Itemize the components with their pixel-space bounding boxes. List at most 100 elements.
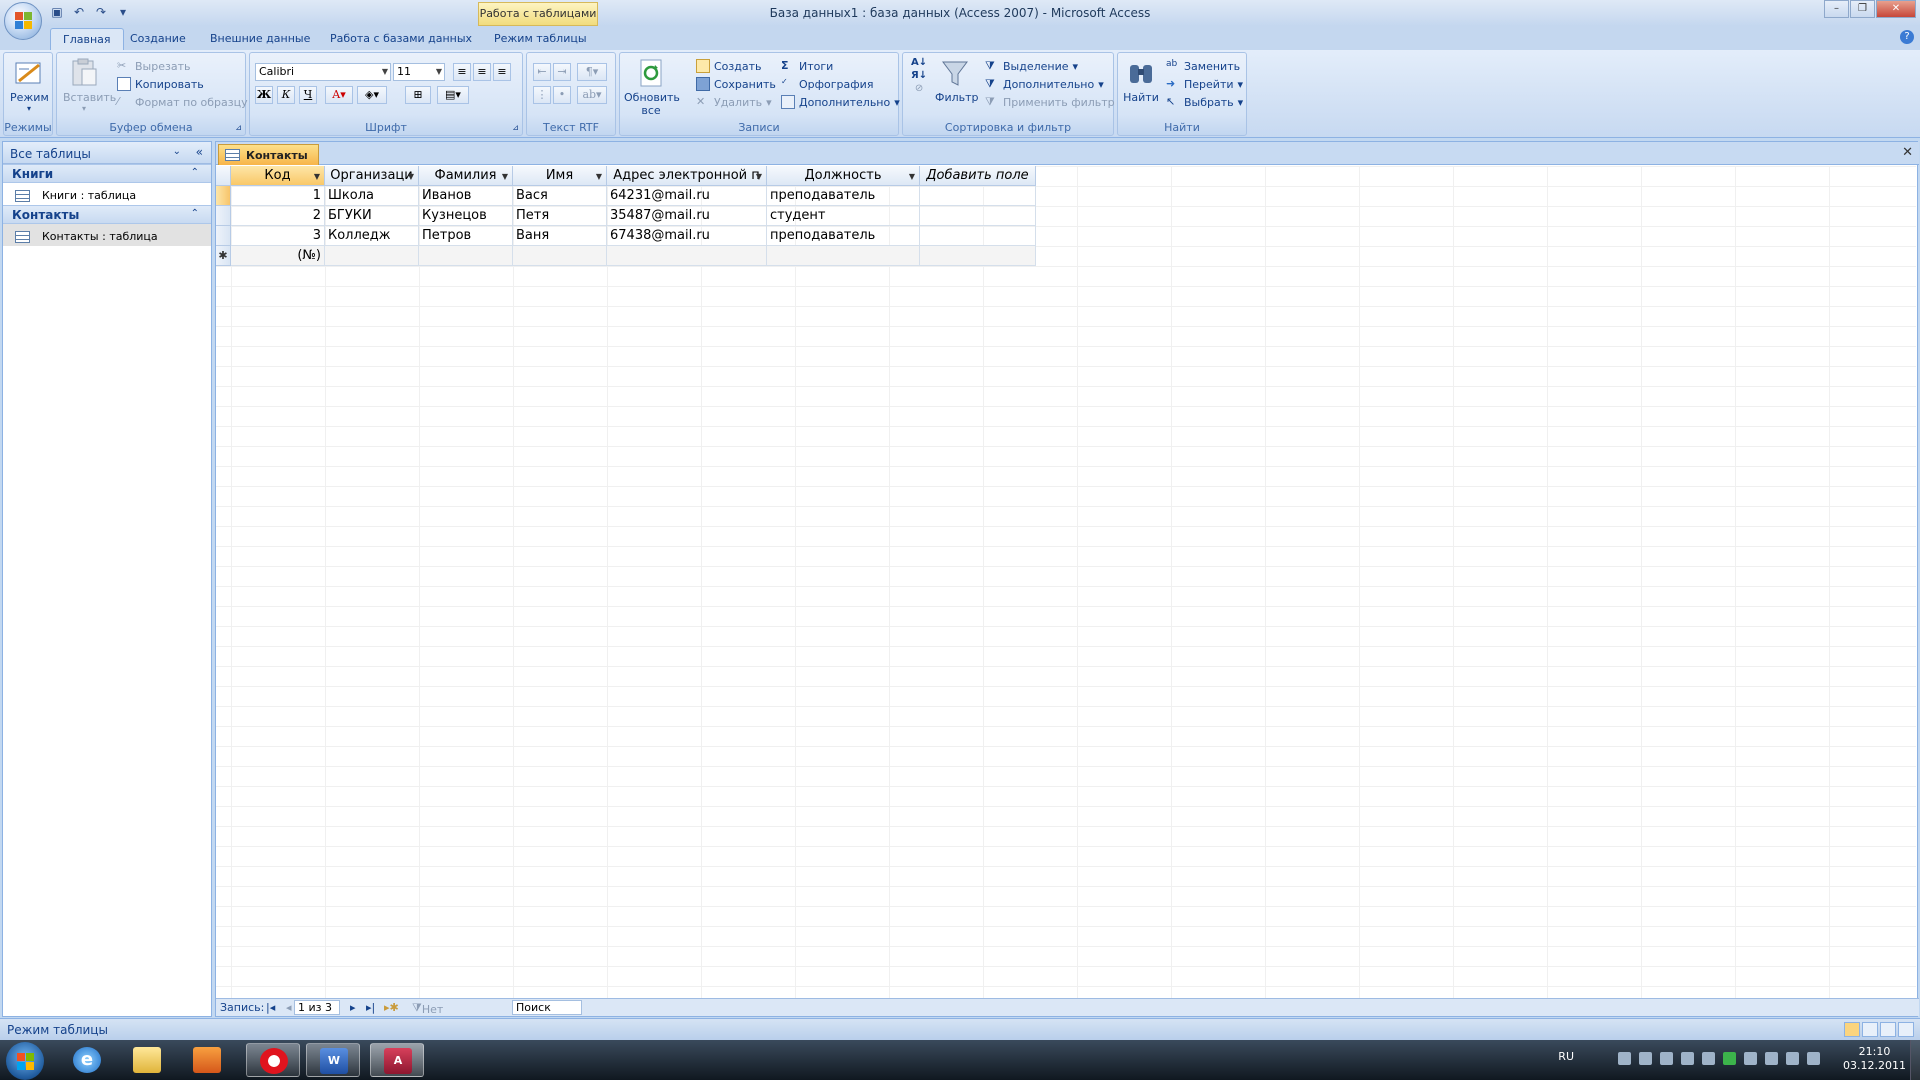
- cell-position-new[interactable]: [767, 246, 920, 266]
- taskbar-opera[interactable]: [246, 1043, 300, 1077]
- dialog-launcher-icon[interactable]: ⊿: [235, 123, 242, 132]
- goto-button[interactable]: ➜ Перейти ▾: [1166, 77, 1243, 91]
- collapse-pane-icon[interactable]: «: [196, 145, 203, 159]
- chevron-down-icon[interactable]: ⌄: [173, 146, 181, 157]
- highlight-button[interactable]: ab▾: [577, 86, 607, 104]
- chevron-down-icon[interactable]: ▼: [909, 167, 915, 186]
- delete-record-button[interactable]: ✕ Удалить ▾: [696, 95, 772, 109]
- tray-app-icon[interactable]: [1723, 1052, 1736, 1065]
- bold-button[interactable]: Ж: [255, 86, 273, 104]
- nav-group-contacts[interactable]: Контакты ⌃: [3, 205, 211, 224]
- filter-button[interactable]: Фильтр: [935, 57, 979, 104]
- chevron-down-icon[interactable]: ▼: [314, 167, 320, 186]
- datasheet-view-icon[interactable]: [1844, 1022, 1860, 1037]
- record-position-input[interactable]: 1 из 3: [294, 1000, 340, 1015]
- cell-organization[interactable]: БГУКИ: [325, 206, 419, 226]
- tab-datasheet[interactable]: Режим таблицы: [482, 28, 599, 50]
- no-filter-button[interactable]: ⧩ Нет фильтра: [412, 1001, 472, 1029]
- cell-name[interactable]: Вася: [513, 186, 607, 206]
- cut-button[interactable]: ✂ Вырезать: [117, 59, 190, 73]
- column-header-email[interactable]: Адрес электронной п ▼: [607, 166, 767, 186]
- network-signal-icon[interactable]: [1786, 1052, 1799, 1065]
- column-header-position[interactable]: Должность ▼: [767, 166, 920, 186]
- cell-email[interactable]: 67438@mail.ru: [607, 226, 767, 246]
- minimize-button[interactable]: –: [1824, 0, 1849, 18]
- font-size-combo[interactable]: 11 ▼: [393, 63, 445, 81]
- office-button[interactable]: [4, 2, 42, 40]
- row-selector[interactable]: [216, 186, 231, 206]
- bullets-button[interactable]: •: [553, 86, 571, 104]
- cell-position[interactable]: преподаватель: [767, 226, 920, 246]
- column-header-surname[interactable]: Фамилия ▼: [419, 166, 513, 186]
- paste-button[interactable]: Вставить ▾: [63, 57, 116, 113]
- clear-sort-icon[interactable]: ⊘: [915, 83, 923, 94]
- align-left-button[interactable]: ≡: [453, 63, 471, 81]
- taskbar-media-player[interactable]: [180, 1043, 234, 1077]
- nav-item-books-table[interactable]: Книги : таблица: [3, 183, 211, 205]
- numbering-button[interactable]: ⋮: [533, 86, 551, 104]
- sort-descending-icon[interactable]: Я↓: [911, 70, 927, 81]
- italic-button[interactable]: К: [277, 86, 295, 104]
- taskbar-explorer[interactable]: [120, 1043, 174, 1077]
- pivot-chart-view-icon[interactable]: [1880, 1022, 1896, 1037]
- cell-add-field[interactable]: [920, 186, 1036, 206]
- align-right-button[interactable]: ≡: [493, 63, 511, 81]
- cell-add-field-new[interactable]: [920, 246, 1036, 266]
- column-header-organization[interactable]: Организаци ▼: [325, 166, 419, 186]
- decrease-indent-button[interactable]: ⇤: [533, 63, 551, 81]
- new-record-button[interactable]: Создать: [696, 59, 762, 73]
- search-input[interactable]: Поиск: [512, 1000, 582, 1015]
- replace-button[interactable]: ab Заменить: [1166, 59, 1240, 73]
- select-button[interactable]: ↖ Выбрать ▾: [1166, 95, 1243, 109]
- row-selector[interactable]: [216, 226, 231, 246]
- totals-button[interactable]: Σ Итоги: [781, 59, 833, 73]
- format-painter-button[interactable]: ⁄ Формат по образцу: [117, 95, 248, 109]
- previous-record-icon[interactable]: ◂: [286, 1001, 292, 1014]
- save-record-button[interactable]: Сохранить: [696, 77, 776, 91]
- cell-email[interactable]: 35487@mail.ru: [607, 206, 767, 226]
- start-button[interactable]: [6, 1042, 44, 1080]
- cell-surname[interactable]: Петров: [419, 226, 513, 246]
- tab-database-tools[interactable]: Работа с базами данных: [318, 28, 484, 50]
- selection-button[interactable]: ⧩ Выделение ▾: [985, 59, 1078, 73]
- cell-surname[interactable]: Иванов: [419, 186, 513, 206]
- first-record-icon[interactable]: |◂: [266, 1001, 275, 1014]
- chevron-down-icon[interactable]: ▼: [408, 167, 414, 186]
- dialog-launcher-icon[interactable]: ⊿: [512, 123, 519, 132]
- new-record-selector[interactable]: ✱: [216, 246, 231, 266]
- taskbar-ie[interactable]: e: [60, 1043, 114, 1077]
- taskbar-access[interactable]: A: [370, 1043, 424, 1077]
- refresh-all-button[interactable]: Обновить все: [624, 57, 680, 117]
- nav-item-contacts-table[interactable]: Контакты : таблица: [3, 224, 211, 246]
- tray-app-icon[interactable]: [1639, 1052, 1652, 1065]
- nav-pane-header[interactable]: Все таблицы ⌄ «: [3, 142, 211, 164]
- cell-position[interactable]: студент: [767, 206, 920, 226]
- volume-icon[interactable]: [1807, 1052, 1820, 1065]
- sort-ascending-icon[interactable]: A↓: [911, 57, 927, 68]
- cell-id[interactable]: 1: [231, 186, 325, 206]
- select-all-corner[interactable]: [216, 166, 231, 186]
- font-color-button[interactable]: A▾: [325, 86, 353, 104]
- battery-icon[interactable]: [1765, 1052, 1778, 1065]
- next-record-icon[interactable]: ▸: [350, 1001, 356, 1014]
- underline-button[interactable]: Ч: [299, 86, 317, 104]
- increase-indent-button[interactable]: ⇥: [553, 63, 571, 81]
- font-family-combo[interactable]: Calibri ▼: [255, 63, 391, 81]
- cell-surname[interactable]: Кузнецов: [419, 206, 513, 226]
- tray-app-icon[interactable]: [1681, 1052, 1694, 1065]
- new-record-nav-icon[interactable]: ▸✱: [384, 1001, 399, 1014]
- tray-app-icon[interactable]: [1618, 1052, 1631, 1065]
- view-button[interactable]: Режим ▾: [10, 57, 49, 113]
- toggle-filter-button[interactable]: ⧩ Применить фильтр: [985, 95, 1115, 109]
- document-tab-contacts[interactable]: Контакты: [218, 144, 319, 165]
- cell-name[interactable]: Петя: [513, 206, 607, 226]
- tab-home[interactable]: Главная: [50, 28, 124, 50]
- column-header-id[interactable]: Код ▼: [231, 166, 325, 186]
- gridlines-button[interactable]: ⊞: [405, 86, 431, 104]
- cell-organization[interactable]: Школа: [325, 186, 419, 206]
- chevron-down-icon[interactable]: ▼: [502, 167, 508, 186]
- help-icon[interactable]: ?: [1900, 30, 1914, 44]
- cell-name-new[interactable]: [513, 246, 607, 266]
- tray-app-icon[interactable]: [1702, 1052, 1715, 1065]
- cell-organization-new[interactable]: [325, 246, 419, 266]
